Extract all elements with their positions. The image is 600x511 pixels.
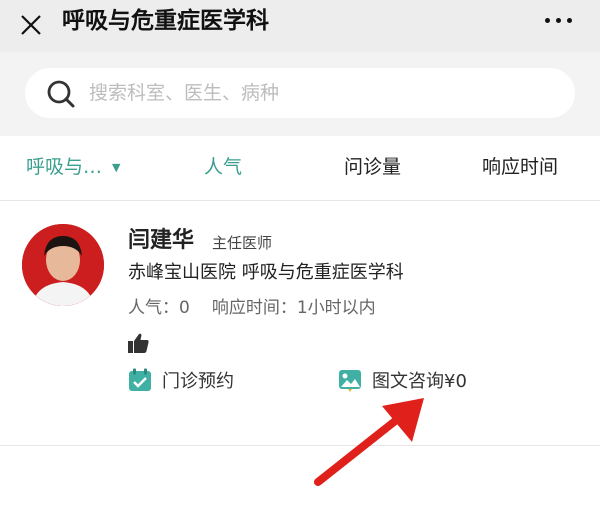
search-box[interactable] bbox=[25, 68, 575, 118]
doctor-stats: 人气：0 响应时间：1小时以内 bbox=[128, 297, 376, 319]
doctor-hospital: 赤峰宝山医院 呼吸与危重症医学科 bbox=[128, 262, 404, 283]
sort-popularity[interactable]: 人气 bbox=[204, 154, 242, 180]
calendar-icon bbox=[129, 368, 151, 391]
more-icon bbox=[544, 17, 550, 23]
more-button[interactable] bbox=[538, 8, 578, 32]
response-time-label: 响应时间： bbox=[211, 298, 297, 318]
caret-down-icon: ▼ bbox=[112, 160, 121, 174]
top-bar: 呼吸与危重症医学科 bbox=[0, 0, 600, 52]
clinic-appointment-button[interactable]: 门诊预约 bbox=[128, 365, 234, 395]
red-arrow-annotation bbox=[314, 398, 424, 486]
popularity-label: 人气： bbox=[128, 298, 179, 318]
doctor-title: 主任医师 bbox=[212, 234, 273, 252]
filter-department-label: 呼吸与… bbox=[26, 156, 103, 178]
thumbs-up-icon[interactable] bbox=[126, 331, 150, 355]
doctor-photo bbox=[22, 224, 104, 306]
clinic-appointment-label: 门诊预约 bbox=[162, 371, 234, 392]
response-time-value: 1小时以内 bbox=[296, 298, 376, 318]
filter-bar: 呼吸与… ▼ 人气 问诊量 响应时间 bbox=[0, 136, 600, 201]
close-button[interactable] bbox=[16, 10, 46, 40]
close-icon bbox=[21, 15, 41, 35]
sort-consult-volume[interactable]: 问诊量 bbox=[344, 154, 401, 180]
search-input[interactable] bbox=[89, 80, 549, 106]
sort-response-time[interactable]: 响应时间 bbox=[482, 154, 558, 180]
popularity-value: 0 bbox=[179, 298, 190, 318]
page-title: 呼吸与危重症医学科 bbox=[62, 8, 269, 34]
filter-department[interactable]: 呼吸与… ▼ bbox=[26, 154, 120, 181]
search-icon bbox=[47, 80, 75, 108]
search-area bbox=[0, 52, 600, 136]
doctor-name: 闫建华 bbox=[128, 228, 195, 253]
avatar[interactable] bbox=[22, 224, 104, 306]
